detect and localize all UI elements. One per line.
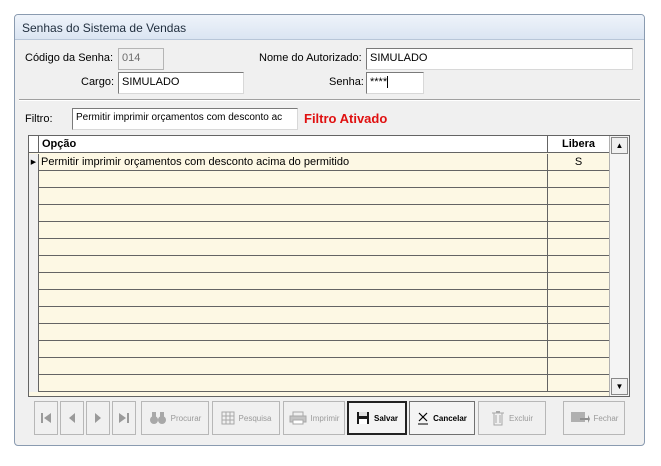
filtro-field[interactable]: Permitir imprimir orçamentos com descont… [72,108,298,130]
row-indicator [29,171,39,188]
last-record-button[interactable] [112,401,136,435]
autorizado-field[interactable]: SIMULADO [366,48,633,70]
title-bar: Senhas do Sistema de Vendas [15,15,644,40]
table-row[interactable]: ▶ Permitir imprimir orçamentos com desco… [29,154,609,171]
filtro-status: Filtro Ativado [304,111,388,126]
cell-libera[interactable] [547,188,609,205]
opcoes-grid[interactable]: Opção Libera ▶ Permitir imprimir orçamen… [28,135,630,397]
table-row[interactable] [29,341,609,358]
fechar-button[interactable]: Fechar [563,401,625,435]
row-indicator [29,273,39,290]
row-indicator [29,341,39,358]
row-indicator [29,205,39,222]
imprimir-button[interactable]: Imprimir [283,401,345,435]
table-row[interactable] [29,239,609,256]
row-indicator [29,358,39,375]
table-row[interactable] [29,358,609,375]
col-libera-header[interactable]: Libera [547,136,609,153]
prev-record-button[interactable] [60,401,84,435]
last-record-icon [119,413,129,423]
col-opcao-header[interactable]: Opção [42,138,76,150]
cell-libera[interactable] [547,205,609,222]
table-row[interactable] [29,222,609,239]
trash-icon [491,411,504,426]
table-row[interactable] [29,256,609,273]
cell-libera[interactable] [547,307,609,324]
prev-record-icon [69,413,75,423]
cell-libera[interactable] [547,358,609,375]
imprimir-label: Imprimir [310,413,340,423]
cell-libera[interactable] [547,375,609,392]
senha-field[interactable]: **** [366,72,424,94]
senha-value: **** [370,76,388,88]
autorizado-label: Nome do Autorizado: [259,52,362,64]
codigo-field[interactable]: 014 [118,48,164,70]
pesquisa-button[interactable]: Pesquisa [212,401,280,435]
separator [19,99,640,101]
next-record-icon [95,413,101,423]
table-row[interactable] [29,290,609,307]
printer-icon [289,411,307,425]
window-title: Senhas do Sistema de Vendas [22,21,187,35]
binoculars-icon [149,412,166,424]
cell-libera[interactable]: S [547,154,609,171]
senha-label: Senha: [329,76,364,88]
row-indicator [29,375,39,392]
floppy-disk-icon [356,412,369,424]
cancelar-label: Cancelar [433,413,467,423]
scroll-down-arrow-icon[interactable]: ▼ [611,378,628,395]
scroll-up-arrow-icon[interactable]: ▲ [611,137,628,154]
row-indicator [29,256,39,273]
grid-rows: ▶ Permitir imprimir orçamentos com desco… [29,154,609,392]
grid-icon [221,411,235,425]
grid-header: Opção Libera [29,136,609,153]
table-row[interactable] [29,188,609,205]
procurar-label: Procurar [170,413,202,423]
salvar-button[interactable]: Salvar [347,401,407,435]
row-indicator [29,290,39,307]
codigo-label: Código da Senha: [25,52,114,64]
excluir-label: Excluir [508,413,533,423]
cell-opcao[interactable]: Permitir imprimir orçamentos com descont… [41,156,349,168]
senhas-window: Senhas do Sistema de Vendas Código da Se… [14,14,645,446]
table-row[interactable] [29,324,609,341]
text-cursor [387,76,389,89]
cargo-field[interactable]: SIMULADO [118,72,244,94]
cell-libera[interactable] [547,222,609,239]
cell-libera[interactable] [547,324,609,341]
current-row-indicator-icon: ▶ [29,154,39,171]
bottom-toolbar: Procurar Pesquisa Imprimir Salvar Cancel… [34,401,626,437]
cancelar-button[interactable]: Cancelar [409,401,475,435]
row-indicator [29,222,39,239]
table-row[interactable] [29,273,609,290]
cell-libera[interactable] [547,290,609,307]
first-record-button[interactable] [34,401,58,435]
cancel-x-icon [418,412,429,425]
cell-libera[interactable] [547,239,609,256]
procurar-button[interactable]: Procurar [141,401,209,435]
table-row[interactable] [29,205,609,222]
row-indicator [29,188,39,205]
first-record-icon [41,413,51,423]
filtro-label: Filtro: [25,113,53,125]
header-indicator-cell [29,136,39,153]
grid-vertical-scrollbar[interactable]: ▲ ▼ [609,136,629,396]
cargo-label: Cargo: [81,76,115,88]
cell-libera[interactable] [547,273,609,290]
row-indicator [29,239,39,256]
row-indicator [29,307,39,324]
cell-libera[interactable] [547,256,609,273]
excluir-button[interactable]: Excluir [478,401,546,435]
next-record-button[interactable] [86,401,110,435]
table-row[interactable] [29,171,609,188]
cell-libera[interactable] [547,341,609,358]
salvar-label: Salvar [373,413,399,423]
table-row[interactable] [29,375,609,392]
row-indicator [29,324,39,341]
exit-icon [570,412,590,423]
cell-libera[interactable] [547,171,609,188]
pesquisa-label: Pesquisa [238,413,272,423]
fechar-label: Fechar [593,413,619,423]
table-row[interactable] [29,307,609,324]
